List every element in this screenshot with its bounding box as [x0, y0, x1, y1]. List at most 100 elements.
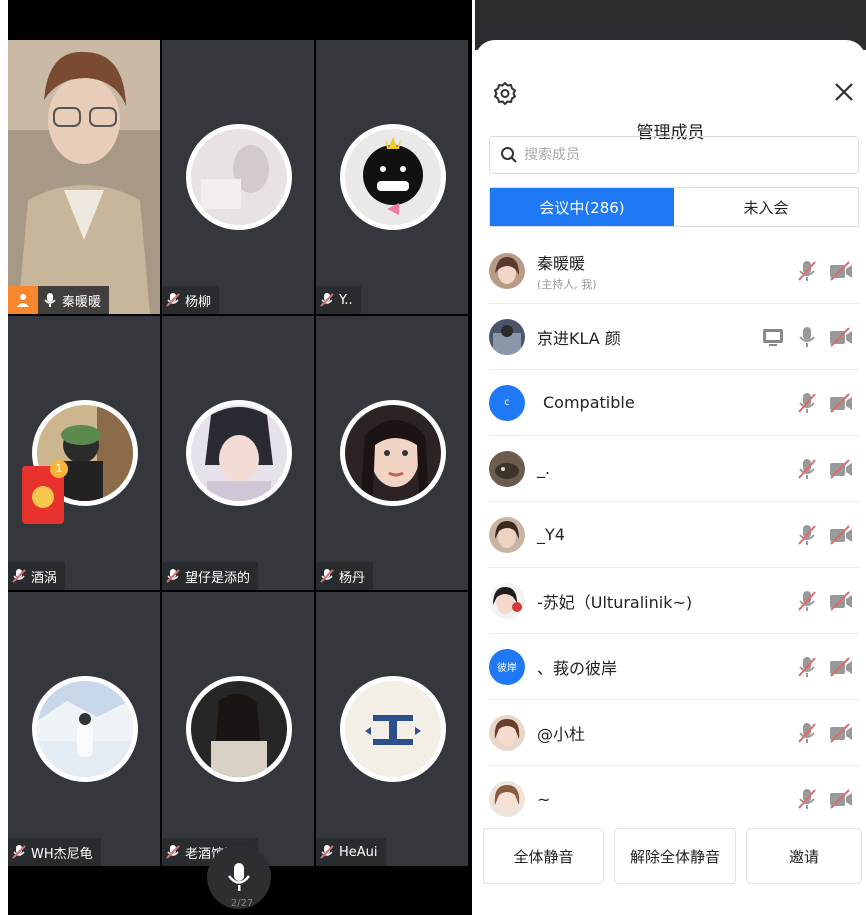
- member-name: Compatible: [543, 393, 635, 412]
- search-icon: [501, 147, 517, 163]
- invite-button[interactable]: 邀请: [746, 828, 862, 884]
- red-packet-button[interactable]: 1: [22, 460, 68, 524]
- member-row[interactable]: 秦暖暖 (主持人, 我): [489, 238, 859, 304]
- member-name: -苏妃（Ulturalinik~): [537, 592, 693, 612]
- member-avatar: [489, 252, 525, 289]
- member-name: ~: [537, 789, 551, 809]
- member-role: (主持人, 我): [537, 277, 597, 291]
- member-row[interactable]: _.: [489, 436, 859, 502]
- camera-off-icon[interactable]: [829, 656, 853, 678]
- mic-muted-icon[interactable]: [795, 458, 819, 480]
- avatar: [186, 676, 292, 782]
- tile-name-tag: 杨柳: [162, 286, 220, 314]
- camera-off-icon[interactable]: [829, 326, 853, 348]
- tile-name: 杨丹: [339, 570, 366, 586]
- member-avatar: [489, 582, 525, 619]
- tile-name: 望仔是添的: [185, 570, 251, 586]
- search-input[interactable]: [524, 147, 824, 163]
- mic-muted-icon: [166, 569, 180, 583]
- video-tile[interactable]: HeAui: [316, 592, 468, 866]
- member-avatar: [489, 318, 525, 355]
- tile-name: 秦暖暖: [62, 294, 102, 310]
- mic-muted-icon: [320, 569, 334, 583]
- mic-icon: [44, 293, 56, 307]
- grid-top-bar: [0, 0, 472, 38]
- mic-muted-icon: [166, 293, 180, 307]
- tile-name-tag: WH杰尼龟: [8, 838, 101, 866]
- member-avatar: [489, 516, 525, 553]
- mic-muted-icon: [166, 845, 180, 859]
- mic-muted-icon[interactable]: [795, 788, 819, 810]
- video-tile[interactable]: 酒涡: [8, 316, 160, 590]
- tile-name: 酒涡: [31, 570, 58, 586]
- video-tile[interactable]: Y..: [316, 40, 468, 314]
- mic-muted-icon: [320, 845, 334, 859]
- member-avatar-letter: c: [489, 384, 525, 421]
- camera-off-icon[interactable]: [829, 524, 853, 546]
- mic-muted-icon[interactable]: [795, 260, 819, 282]
- member-name: @小杜: [537, 724, 586, 744]
- camera-off-icon[interactable]: [829, 722, 853, 744]
- tab-in-meeting[interactable]: 会议中(286): [490, 188, 674, 226]
- screen-share-icon: [763, 328, 783, 346]
- video-tile[interactable]: 杨丹: [316, 316, 468, 590]
- member-name: _.: [537, 459, 551, 478]
- video-tile[interactable]: 老酒馆旧友: [162, 592, 314, 866]
- member-tabs: 会议中(286) 未入会: [489, 187, 859, 227]
- member-name: 秦暖暖: [537, 253, 586, 273]
- mute-all-button[interactable]: 全体静音: [483, 828, 604, 884]
- left-gap: [0, 0, 8, 915]
- tile-name-tag: Y..: [316, 286, 361, 314]
- gear-icon[interactable]: [492, 80, 518, 106]
- tile-name-tag: 秦暖暖: [8, 286, 110, 314]
- mic-muted-icon[interactable]: [795, 722, 819, 744]
- mic-muted-icon[interactable]: [795, 656, 819, 678]
- camera-off-icon[interactable]: [829, 392, 853, 414]
- unmute-all-button[interactable]: 解除全体静音: [614, 828, 736, 884]
- avatar: [340, 400, 446, 506]
- tile-name: Y..: [339, 292, 353, 308]
- member-row[interactable]: @小杜: [489, 700, 859, 766]
- tile-name-tag: HeAui: [316, 838, 386, 866]
- coin-icon: [32, 486, 54, 508]
- mic-muted-icon: [12, 569, 26, 583]
- video-tile[interactable]: 望仔是添的: [162, 316, 314, 590]
- mic-muted-icon: [320, 293, 334, 307]
- tile-name: 杨柳: [185, 294, 212, 310]
- member-row[interactable]: 彼岸 、莪の彼岸: [489, 634, 859, 700]
- member-row[interactable]: -苏妃（Ulturalinik~): [489, 568, 859, 634]
- camera-off-icon[interactable]: [829, 788, 853, 810]
- tile-name-tag: 酒涡: [8, 562, 66, 590]
- tile-name: HeAui: [339, 844, 378, 860]
- host-person-icon: [8, 286, 38, 314]
- avatar: [340, 124, 446, 230]
- host-video-feed: [8, 40, 160, 314]
- mic-muted-icon[interactable]: [795, 590, 819, 612]
- mic-muted-icon[interactable]: [795, 392, 819, 414]
- mic-icon[interactable]: [795, 326, 819, 348]
- member-name: 京进KLA 颜: [537, 328, 621, 348]
- video-tile[interactable]: 杨柳: [162, 40, 314, 314]
- video-tile[interactable]: WH杰尼龟: [8, 592, 160, 866]
- member-name: _Y4: [537, 525, 565, 544]
- tile-name-tag: 杨丹: [316, 562, 374, 590]
- camera-off-icon[interactable]: [829, 260, 853, 282]
- avatar: [186, 400, 292, 506]
- tile-name: WH杰尼龟: [31, 846, 93, 862]
- camera-off-icon[interactable]: [829, 590, 853, 612]
- close-icon[interactable]: [832, 80, 856, 104]
- video-tile-host[interactable]: 秦暖暖: [8, 40, 160, 314]
- mic-muted-icon[interactable]: [795, 524, 819, 546]
- member-avatar: [489, 450, 525, 487]
- member-avatar-letter: 彼岸: [489, 648, 525, 685]
- member-row[interactable]: _Y4: [489, 502, 859, 568]
- member-avatar: [489, 714, 525, 751]
- camera-off-icon[interactable]: [829, 458, 853, 480]
- search-box[interactable]: [489, 136, 859, 174]
- member-row[interactable]: c Compatible: [489, 370, 859, 436]
- member-row[interactable]: 京进KLA 颜: [489, 304, 859, 370]
- avatar: [32, 676, 138, 782]
- member-name: 、莪の彼岸: [537, 658, 618, 678]
- tab-not-joined[interactable]: 未入会: [674, 188, 858, 226]
- member-avatar: [489, 781, 525, 817]
